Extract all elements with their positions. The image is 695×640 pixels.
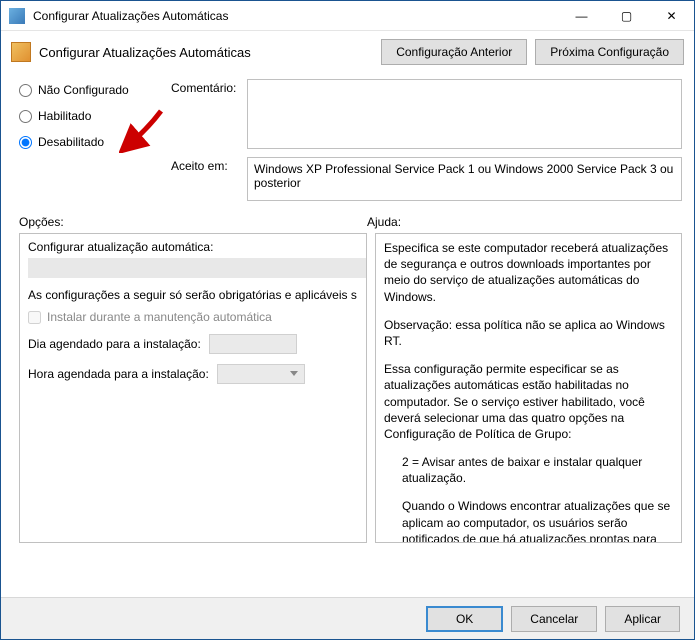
close-button[interactable]: ✕: [649, 1, 694, 30]
policy-icon: [11, 42, 31, 62]
scheduled-day-select[interactable]: [209, 334, 297, 354]
configure-auto-update-select[interactable]: [28, 258, 367, 278]
accepted-on-box: Windows XP Professional Service Pack 1 o…: [247, 157, 682, 201]
help-p3: Essa configuração permite especificar se…: [384, 361, 677, 442]
configure-auto-update-label: Configurar atualização automática:: [28, 240, 358, 254]
install-during-maintenance-row[interactable]: Instalar durante a manutenção automática: [28, 310, 358, 324]
titlebar: Configurar Atualizações Automáticas — ▢ …: [1, 1, 694, 31]
accepted-on-text: Windows XP Professional Service Pack 1 o…: [254, 162, 673, 190]
policy-heading: Configurar Atualizações Automáticas: [39, 45, 381, 60]
subheader: Configurar Atualizações Automáticas Conf…: [1, 31, 694, 73]
radio-enabled-label: Habilitado: [38, 109, 91, 123]
nav-buttons: Configuração Anterior Próxima Configuraç…: [381, 39, 684, 65]
accepted-on-label: Aceito em:: [171, 157, 239, 173]
dialog-footer: OK Cancelar Aplicar: [1, 597, 694, 639]
radio-not-configured[interactable]: Não Configurado: [19, 83, 159, 97]
options-label: Opções:: [19, 215, 367, 229]
install-during-maintenance-label: Instalar durante a manutenção automática: [47, 310, 272, 324]
radio-disabled-label: Desabilitado: [38, 135, 104, 149]
help-p1: Especifica se este computador receberá a…: [384, 240, 677, 305]
scheduled-hour-label: Hora agendada para a instalação:: [28, 367, 209, 381]
radio-not-configured-input[interactable]: [19, 84, 32, 97]
scheduled-day-label: Dia agendado para a instalação:: [28, 337, 201, 351]
help-text: Especifica se este computador receberá a…: [384, 240, 677, 543]
app-icon: [9, 8, 25, 24]
help-p2: Observação: essa política não se aplica …: [384, 317, 677, 349]
minimize-button[interactable]: —: [559, 1, 604, 30]
maximize-button[interactable]: ▢: [604, 1, 649, 30]
window-title: Configurar Atualizações Automáticas: [33, 9, 559, 23]
help-p5: Quando o Windows encontrar atualizações …: [384, 498, 677, 543]
cancel-button[interactable]: Cancelar: [511, 606, 597, 632]
help-label: Ajuda:: [367, 215, 401, 229]
install-during-maintenance-checkbox[interactable]: [28, 311, 41, 324]
radio-disabled[interactable]: Desabilitado: [19, 135, 159, 149]
previous-setting-button[interactable]: Configuração Anterior: [381, 39, 527, 65]
ok-button[interactable]: OK: [426, 606, 503, 632]
help-p4: 2 = Avisar antes de baixar e instalar qu…: [384, 454, 677, 486]
dialog-body: Não Configurado Habilitado Desabilitado: [1, 79, 694, 543]
chevron-down-icon: [290, 371, 298, 376]
next-setting-button[interactable]: Próxima Configuração: [535, 39, 684, 65]
comment-textarea[interactable]: [247, 79, 682, 149]
help-panel: Especifica se este computador receberá a…: [375, 233, 682, 543]
scheduled-hour-select[interactable]: [217, 364, 305, 384]
radio-disabled-input[interactable]: [19, 136, 32, 149]
options-note: As configurações a seguir só serão obrig…: [28, 288, 358, 302]
radio-enabled-input[interactable]: [19, 110, 32, 123]
window-controls: — ▢ ✕: [559, 1, 694, 30]
panel-labels-row: Opções: Ajuda:: [19, 215, 682, 229]
comment-label: Comentário:: [171, 79, 239, 95]
options-panel: Configurar atualização automática: As co…: [19, 233, 367, 543]
state-radio-group: Não Configurado Habilitado Desabilitado: [19, 79, 159, 201]
radio-enabled[interactable]: Habilitado: [19, 109, 159, 123]
apply-button[interactable]: Aplicar: [605, 606, 680, 632]
radio-not-configured-label: Não Configurado: [38, 83, 129, 97]
gpedit-policy-window: Configurar Atualizações Automáticas — ▢ …: [0, 0, 695, 640]
